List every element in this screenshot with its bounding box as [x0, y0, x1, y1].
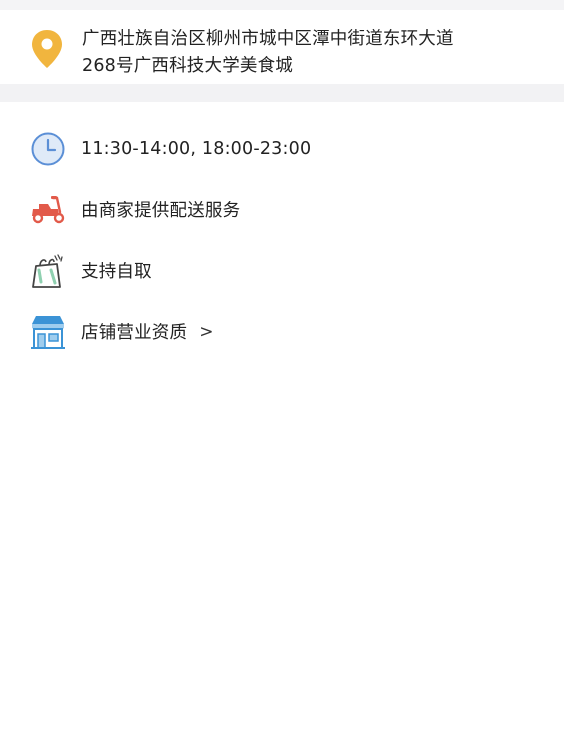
clock-icon [28, 129, 68, 169]
scooter-icon [28, 190, 68, 230]
license-row[interactable]: 店铺营业资质 > [0, 301, 564, 362]
delivery-row: 由商家提供配送服务 [0, 179, 564, 240]
top-strip [0, 0, 564, 10]
business-hours: 11:30-14:00, 18:00-23:00 [81, 138, 312, 159]
address-card: 广西壮族自治区柳州市城中区潭中街道东环大道 268号广西科技大学美食城 [0, 10, 564, 84]
self-pickup: 支持自取 [81, 262, 152, 282]
business-license-link[interactable]: 店铺营业资质 [81, 319, 187, 344]
pickup-row: 支持自取 [0, 240, 564, 301]
address-line-2: 268号广西科技大学美食城 [82, 56, 294, 76]
address-line-1: 广西壮族自治区柳州市城中区潭中街道东环大道 [82, 29, 454, 49]
section-divider [0, 84, 564, 102]
hours-row: 11:30-14:00, 18:00-23:00 [0, 118, 564, 179]
store-address: 广西壮族自治区柳州市城中区潭中街道东环大道 268号广西科技大学美食城 [82, 26, 522, 80]
storefront-icon [28, 312, 68, 352]
delivery-service: 由商家提供配送服务 [81, 201, 241, 221]
location-pin-icon [28, 28, 66, 70]
shopping-bag-icon [28, 251, 68, 291]
store-info-list: 11:30-14:00, 18:00-23:00 由商家提供配送服务 支持自取 [0, 102, 564, 754]
chevron-right-icon[interactable]: > [199, 322, 213, 342]
